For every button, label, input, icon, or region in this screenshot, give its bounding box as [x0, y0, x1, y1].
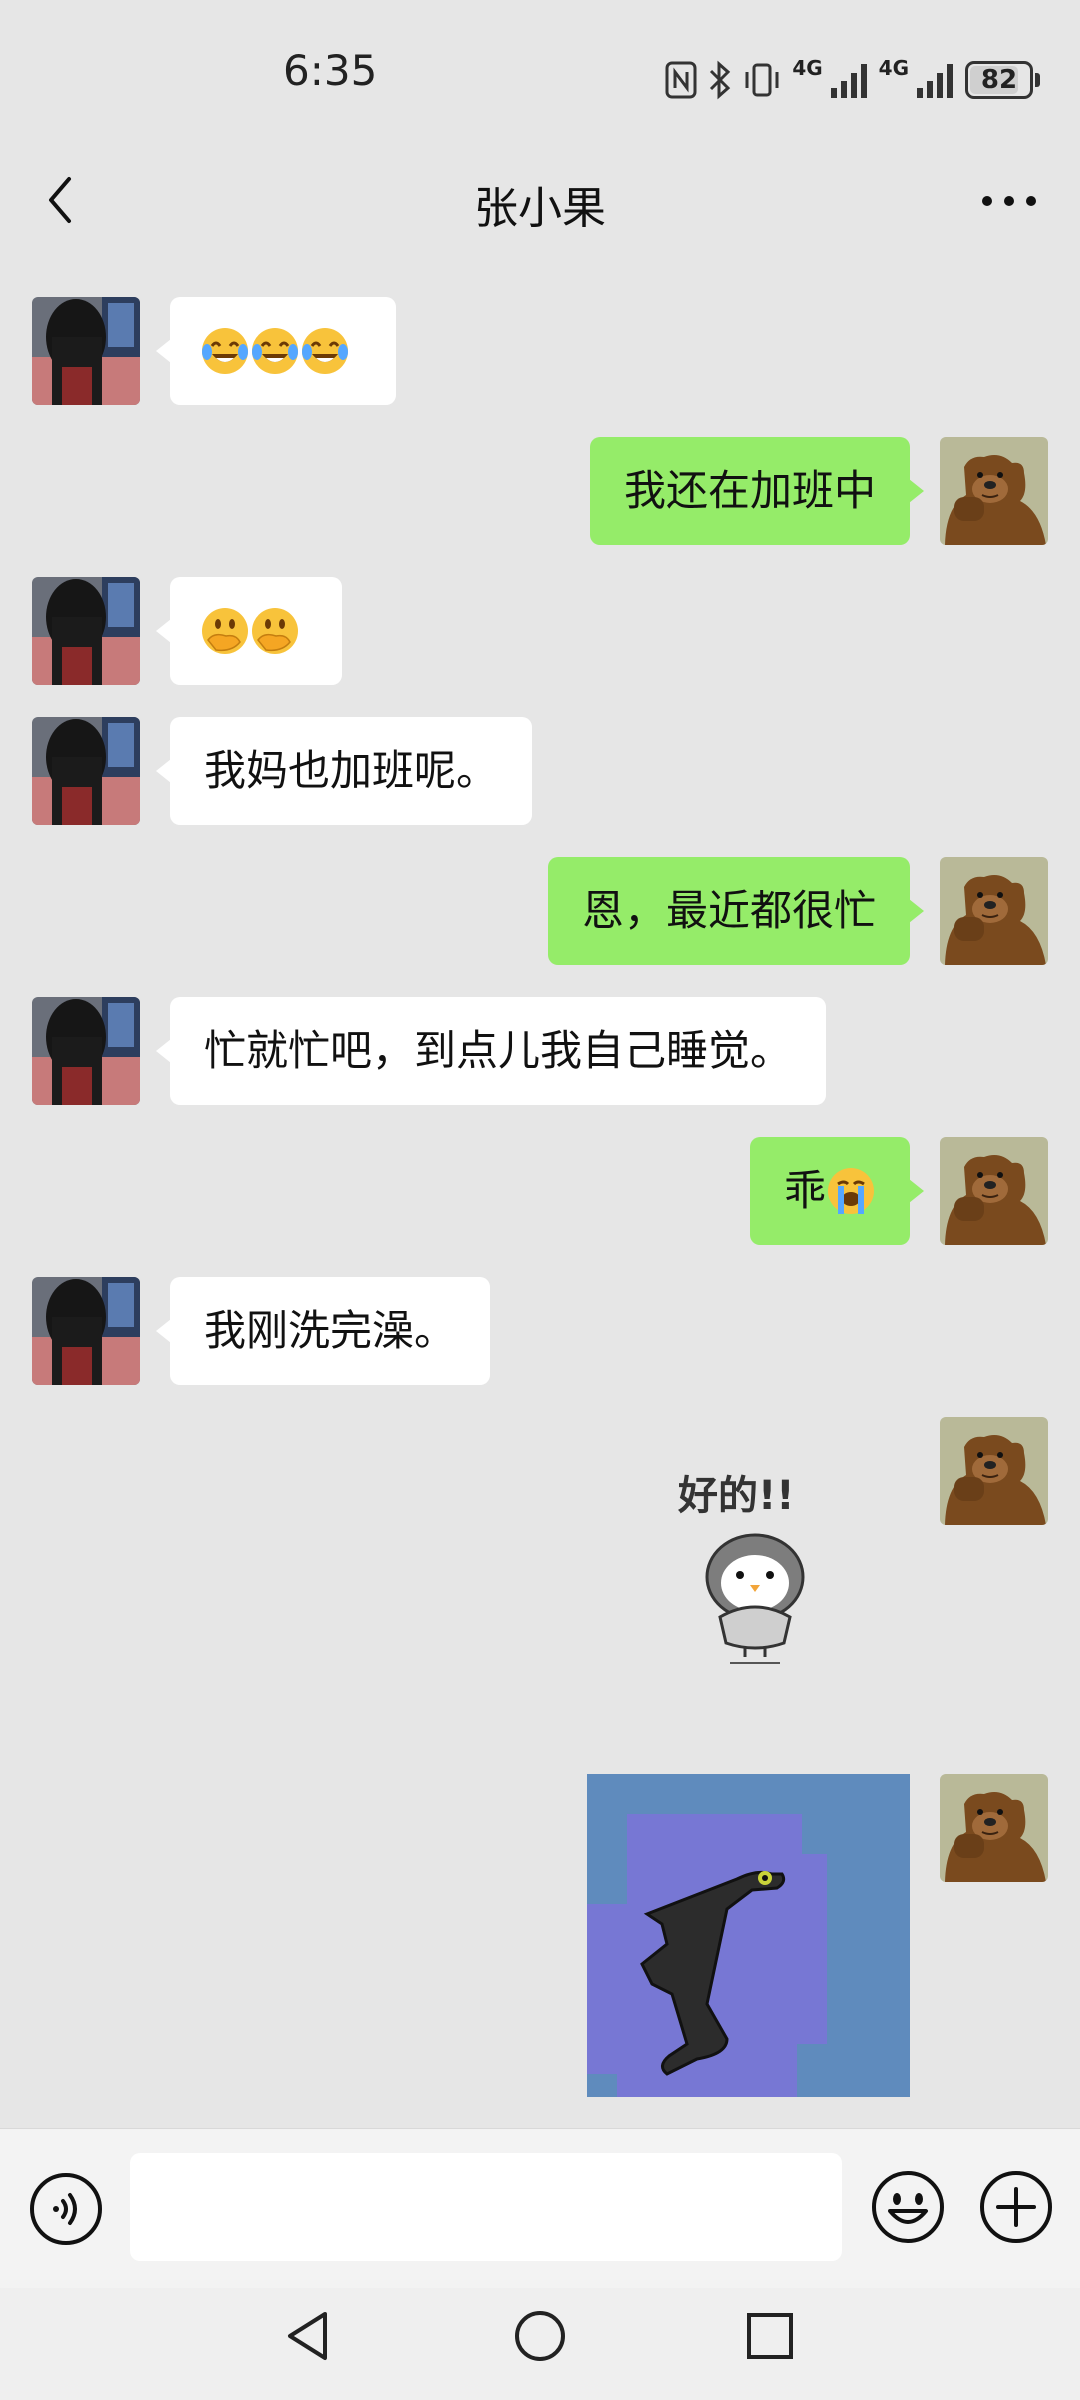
emoji-button[interactable] [870, 2169, 946, 2245]
tears-of-joy-emoji-icon [300, 326, 350, 376]
sticker-caption: 好的!! [677, 1473, 794, 1519]
message-bubble-incoming[interactable] [156, 577, 342, 685]
message-input[interactable] [130, 2153, 842, 2261]
my-avatar[interactable] [940, 857, 1048, 965]
plus-icon [980, 2171, 1052, 2243]
message-text: 乖 [783, 1166, 826, 1215]
contact-avatar[interactable] [32, 717, 140, 825]
penguin-sticker[interactable]: 好的!! [660, 1467, 860, 1667]
battery-level: 82 [980, 65, 1018, 95]
contact-avatar[interactable] [32, 577, 140, 685]
status-icons: 4G 4G 82 [664, 52, 1040, 108]
more-horizontal-icon [982, 196, 1036, 206]
status-bar: 6:35 4G 4G 82 [0, 0, 1080, 150]
chat-title: 张小果 [474, 183, 606, 234]
square-recent-icon [747, 2313, 793, 2359]
message-bubble-outgoing[interactable]: 我还在加班中 [589, 437, 925, 545]
hand-over-mouth-emoji-icon [250, 606, 300, 656]
message-bubble-outgoing[interactable]: 乖 [749, 1137, 925, 1245]
more-button[interactable] [974, 176, 1044, 226]
status-time: 6:35 [283, 46, 378, 95]
message-bubble-incoming[interactable]: 忙就忙吧，到点儿我自己睡觉。 [155, 997, 827, 1105]
tears-of-joy-emoji-icon [250, 326, 300, 376]
vibrate-icon [745, 63, 779, 97]
network-label-2: 4G [878, 56, 909, 80]
contact-avatar[interactable] [32, 1277, 140, 1385]
tears-of-joy-emoji-icon [200, 326, 250, 376]
nav-recent-button[interactable] [740, 2306, 800, 2366]
contact-avatar[interactable] [32, 297, 140, 405]
signal-icon [830, 64, 867, 98]
message-bubble-outgoing[interactable]: 恩，最近都很忙 [547, 857, 925, 965]
nav-home-button[interactable] [510, 2306, 570, 2366]
my-avatar[interactable] [940, 1137, 1048, 1245]
network-label-1: 4G [792, 56, 823, 80]
plus-button[interactable] [978, 2169, 1054, 2245]
battery-tip [1035, 73, 1040, 87]
chat-header: 张小果 [0, 150, 1080, 250]
battery-indicator: 82 [965, 61, 1033, 99]
message-bubble-incoming[interactable]: 我刚洗完澡。 [155, 1277, 491, 1385]
dragon-dance-sticker[interactable] [587, 1774, 910, 2097]
message-bubble-incoming[interactable] [156, 297, 396, 405]
loudly-crying-emoji-icon [826, 1166, 876, 1216]
circle-home-icon [515, 2311, 565, 2361]
triangle-back-icon [288, 2312, 327, 2360]
input-bar [0, 2128, 1080, 2289]
my-avatar[interactable] [940, 1417, 1048, 1525]
contact-avatar[interactable] [32, 997, 140, 1105]
chat-screen: 6:35 4G 4G 82 张小果 我还在加班中 我妈也加班呢。 恩，最近都很忙… [0, 0, 1080, 2400]
message-bubble-incoming[interactable]: 我妈也加班呢。 [155, 717, 533, 825]
my-avatar[interactable] [940, 437, 1048, 545]
hand-over-mouth-emoji-icon [200, 606, 250, 656]
system-nav-bar [0, 2288, 1080, 2400]
signal-icon-2 [917, 64, 953, 98]
nav-back-button[interactable] [280, 2306, 340, 2366]
smile-icon [872, 2171, 944, 2243]
message-list[interactable]: 我还在加班中 我妈也加班呢。 恩，最近都很忙 忙就忙吧，到点儿我自己睡觉。 乖 … [0, 260, 1080, 2130]
voice-button[interactable] [28, 2171, 104, 2247]
bluetooth-icon [710, 60, 731, 100]
my-avatar[interactable] [940, 1774, 1048, 1882]
nfc-icon [665, 61, 697, 99]
voice-icon [30, 2173, 102, 2245]
